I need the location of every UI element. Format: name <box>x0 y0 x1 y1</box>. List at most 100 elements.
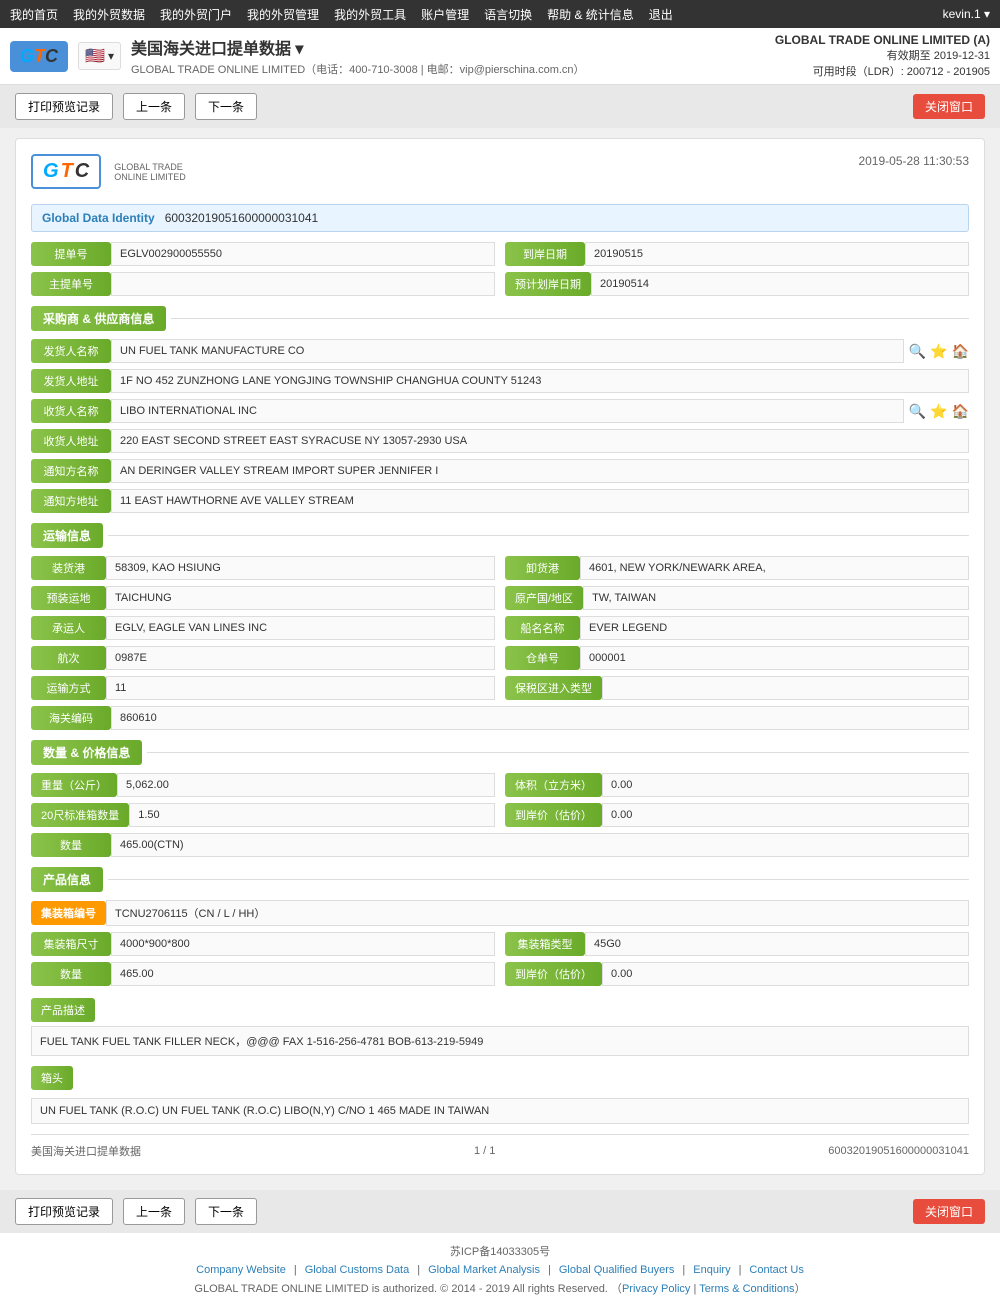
bill-no-field: 提单号 EGLV002900055550 <box>31 242 495 266</box>
nav-help[interactable]: 帮助 & 统计信息 <box>547 6 634 23</box>
ldr-info: 可用时段（LDR）: 200712 - 201905 <box>775 63 990 79</box>
vessel-label: 船名名称 <box>505 616 580 640</box>
nav-data[interactable]: 我的外贸数据 <box>73 6 145 23</box>
consignee-addr-value: 220 EAST SECOND STREET EAST SYRACUSE NY … <box>111 429 969 453</box>
transport-section-tag: 运输信息 <box>31 523 103 548</box>
consignee-name-icons: 🔍 ⭐ 🏠 <box>909 403 969 420</box>
star-icon[interactable]: ⭐ <box>930 343 947 360</box>
doc-footer-page: 1 / 1 <box>474 1145 495 1157</box>
marks-label: 箱头 <box>31 1066 73 1090</box>
master-bill-row: 主提单号 预计划岸日期 20190514 <box>31 272 969 296</box>
container20-item: 20尺标准箱数量 1.50 <box>31 803 495 827</box>
shipper-addr-value: 1F NO 452 ZUNZHONG LANE YONGJING TOWNSHI… <box>111 369 969 393</box>
footer-customs-data[interactable]: Global Customs Data <box>305 1264 410 1276</box>
nav-logout[interactable]: 退出 <box>649 6 673 23</box>
customs-code-label: 海关编码 <box>31 706 111 730</box>
customs-code-row: 海关编码 860610 <box>31 706 969 730</box>
prev-button[interactable]: 上一条 <box>123 93 185 120</box>
header-left: GTC 🇺🇸 ▾ 美国海关进口提单数据 ▾ GLOBAL TRADE ONLIN… <box>10 35 585 77</box>
logo-text: G <box>20 46 34 67</box>
product-desc-container: 产品描述 FUEL TANK FUEL TANK FILLER NECK，@@@… <box>31 992 969 1056</box>
star-icon[interactable]: ⭐ <box>930 403 947 420</box>
consignee-name-row: 收货人名称 LIBO INTERNATIONAL INC 🔍 ⭐ 🏠 <box>31 399 969 423</box>
product-container-no-label: 集装箱编号 <box>31 901 106 925</box>
container-no-value: 000001 <box>580 646 969 670</box>
volume-label: 体积（立方米） <box>505 773 602 797</box>
user-info[interactable]: kevin.1 ▾ <box>943 7 990 21</box>
consignee-name-label: 收货人名称 <box>31 399 111 423</box>
arrival-price-item: 到岸价（估价） 0.00 <box>505 803 969 827</box>
transport-grid: 装货港 58309, KAO HSIUNG 卸货港 4601, NEW YORK… <box>31 556 969 700</box>
marks-container: 箱头 UN FUEL TANK (R.O.C) UN FUEL TANK (R.… <box>31 1062 969 1124</box>
footer-qualified-buyers[interactable]: Global Qualified Buyers <box>559 1264 675 1276</box>
voyage-value: 0987E <box>106 646 495 670</box>
page-header: GTC 🇺🇸 ▾ 美国海关进口提单数据 ▾ GLOBAL TRADE ONLIN… <box>0 28 1000 85</box>
page-title-area: 美国海关进口提单数据 ▾ GLOBAL TRADE ONLINE LIMITED… <box>131 35 585 77</box>
footer-market-analysis[interactable]: Global Market Analysis <box>428 1264 540 1276</box>
consignee-addr-row: 收货人地址 220 EAST SECOND STREET EAST SYRACU… <box>31 429 969 453</box>
top-navigation: 我的首页 我的外贸数据 我的外贸门户 我的外贸管理 我的外贸工具 账户管理 语言… <box>0 0 1000 28</box>
transport-mode-label: 运输方式 <box>31 676 106 700</box>
volume-value: 0.00 <box>602 773 969 797</box>
loading-port-label: 装货港 <box>31 556 106 580</box>
nav-language[interactable]: 语言切换 <box>484 6 532 23</box>
product-section-line <box>108 879 969 880</box>
nav-home[interactable]: 我的首页 <box>10 6 58 23</box>
doc-footer: 美国海关进口提单数据 1 / 1 60032019051600000031041 <box>31 1134 969 1159</box>
weight-label: 重量（公斤） <box>31 773 117 797</box>
page-footer: 苏ICP备14033305号 Company Website | Global … <box>0 1233 1000 1306</box>
header-right: GLOBAL TRADE ONLINE LIMITED (A) 有效期至 201… <box>775 33 990 79</box>
footer-privacy[interactable]: Privacy Policy <box>622 1283 690 1295</box>
bill-arrival-row: 提单号 EGLV002900055550 到岸日期 20190515 <box>31 242 969 266</box>
container-no-item: 仓单号 000001 <box>505 646 969 670</box>
nav-account[interactable]: 账户管理 <box>421 6 469 23</box>
transport-mode-item: 运输方式 11 <box>31 676 495 700</box>
container-type-field: 集装箱类型 45G0 <box>505 932 969 956</box>
consignee-addr-label: 收货人地址 <box>31 429 111 453</box>
icp-number: 苏ICP备14033305号 <box>15 1243 985 1259</box>
shipper-name-value: UN FUEL TANK MANUFACTURE CO <box>111 339 904 363</box>
loading-port-value: 58309, KAO HSIUNG <box>106 556 495 580</box>
master-bill-value <box>111 272 495 296</box>
print-button[interactable]: 打印预览记录 <box>15 93 113 120</box>
search-icon[interactable]: 🔍 <box>909 403 926 420</box>
planned-arrival-value: 20190514 <box>591 272 969 296</box>
top-nav-left: 我的首页 我的外贸数据 我的外贸门户 我的外贸管理 我的外贸工具 账户管理 语言… <box>10 6 673 23</box>
carrier-value: EGLV, EAGLE VAN LINES INC <box>106 616 495 640</box>
product-section-header: 产品信息 <box>31 867 969 892</box>
shipper-name-icons: 🔍 ⭐ 🏠 <box>909 343 969 360</box>
volume-item: 体积（立方米） 0.00 <box>505 773 969 797</box>
unloading-port-label: 卸货港 <box>505 556 580 580</box>
vessel-value: EVER LEGEND <box>580 616 969 640</box>
bottom-prev-button[interactable]: 上一条 <box>123 1198 185 1225</box>
nav-portal[interactable]: 我的外贸门户 <box>160 6 232 23</box>
doc-logo-g: G <box>43 160 59 183</box>
notify-name-row: 通知方名称 AN DERINGER VALLEY STREAM IMPORT S… <box>31 459 969 483</box>
bottom-next-button[interactable]: 下一条 <box>195 1198 257 1225</box>
container-size-type-row: 集装箱尺寸 4000*900*800 集装箱类型 45G0 <box>31 932 969 956</box>
home-icon[interactable]: 🏠 <box>952 403 969 420</box>
product-section-tag: 产品信息 <box>31 867 103 892</box>
footer-contact-us[interactable]: Contact Us <box>749 1264 803 1276</box>
document-card: GTC GLOBAL TRADEONLINE LIMITED 2019-05-2… <box>15 138 985 1175</box>
nav-management[interactable]: 我的外贸管理 <box>247 6 319 23</box>
bonded-value <box>602 676 969 700</box>
product-desc-value: FUEL TANK FUEL TANK FILLER NECK，@@@ FAX … <box>31 1026 969 1056</box>
next-button[interactable]: 下一条 <box>195 93 257 120</box>
bottom-close-button[interactable]: 关闭窗口 <box>913 1199 985 1224</box>
close-button[interactable]: 关闭窗口 <box>913 94 985 119</box>
bottom-print-button[interactable]: 打印预览记录 <box>15 1198 113 1225</box>
weight-item: 重量（公斤） 5,062.00 <box>31 773 495 797</box>
supplier-section-header: 采购商 & 供应商信息 <box>31 306 969 331</box>
pre-destination-value: TAICHUNG <box>106 586 495 610</box>
home-icon[interactable]: 🏠 <box>952 343 969 360</box>
arrival-price-value: 0.00 <box>602 803 969 827</box>
master-bill-field: 主提单号 <box>31 272 495 296</box>
footer-enquiry[interactable]: Enquiry <box>693 1264 730 1276</box>
nav-tools[interactable]: 我的外贸工具 <box>334 6 406 23</box>
footer-terms[interactable]: Terms & Conditions <box>699 1283 794 1295</box>
qty-label: 数量 <box>31 833 111 857</box>
search-icon[interactable]: 🔍 <box>909 343 926 360</box>
flag-selector[interactable]: 🇺🇸 ▾ <box>78 42 121 70</box>
footer-company-website[interactable]: Company Website <box>196 1264 286 1276</box>
